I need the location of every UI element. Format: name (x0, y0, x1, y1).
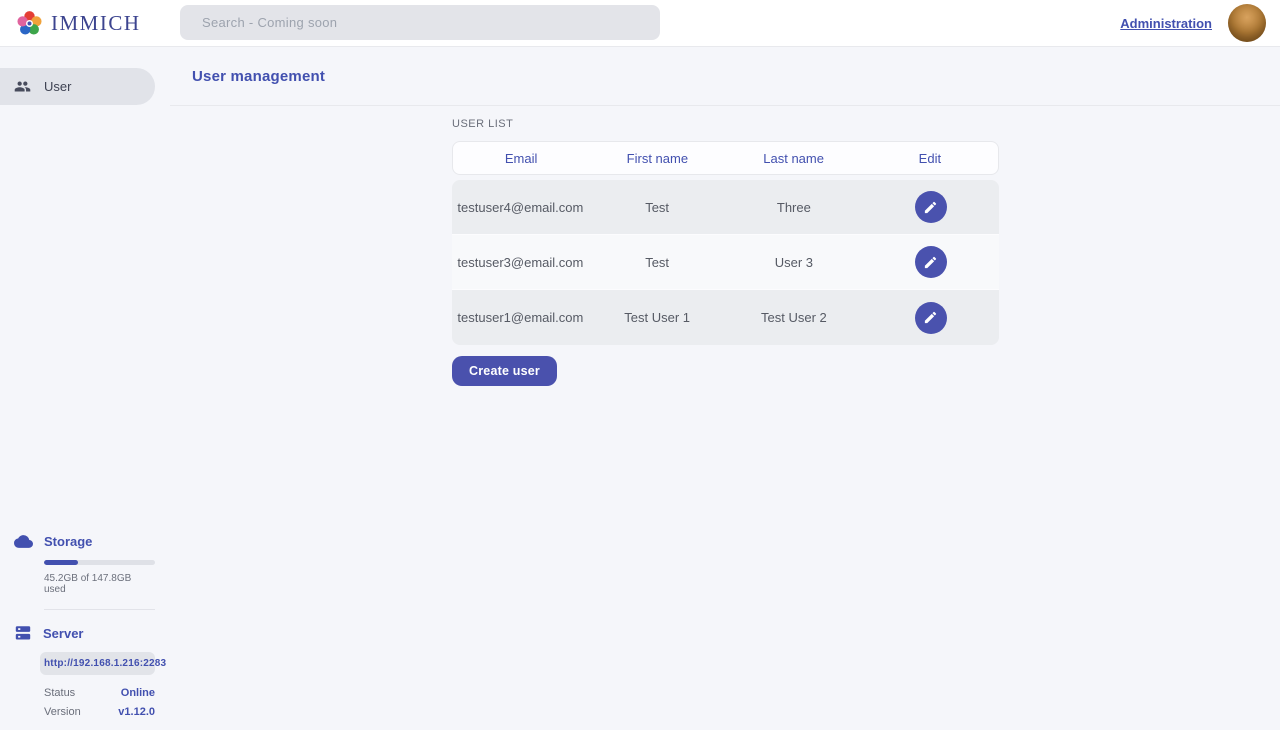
top-bar: IMMICH Administration (0, 0, 1280, 47)
user-email: testuser3@email.com (452, 255, 589, 270)
user-table: testuser4@email.com Test Three (452, 180, 999, 345)
immich-flower-icon (16, 10, 43, 37)
cloud-icon (14, 532, 33, 551)
app-logo[interactable]: IMMICH (0, 10, 141, 37)
server-version-row: Version v1.12.0 (44, 706, 155, 718)
user-first-name: Test (589, 200, 726, 215)
user-list-label: USER LIST (452, 118, 999, 130)
user-avatar[interactable] (1228, 4, 1266, 42)
user-last-name: Three (726, 200, 863, 215)
administration-link[interactable]: Administration (1120, 16, 1212, 31)
user-last-name: User 3 (726, 255, 863, 270)
server-url: http://192.168.1.216:2283 (40, 652, 155, 675)
storage-usage-text: 45.2GB of 147.8GB used (44, 573, 155, 595)
server-title: Server (43, 626, 83, 641)
users-icon (14, 78, 31, 95)
server-header: Server (14, 624, 155, 642)
page-title-bar: User management (170, 47, 1280, 106)
user-first-name: Test User 1 (589, 310, 726, 325)
storage-progress-bar (44, 560, 155, 565)
table-row: testuser3@email.com Test User 3 (452, 235, 999, 290)
server-icon (14, 624, 32, 642)
pencil-icon (923, 200, 938, 215)
sidebar-divider (44, 609, 155, 610)
search-input[interactable] (180, 5, 660, 40)
column-header-first-name: First name (589, 151, 725, 166)
column-header-email: Email (453, 151, 589, 166)
page-title: User management (192, 68, 325, 85)
table-row: testuser1@email.com Test User 1 Test Use… (452, 290, 999, 345)
user-email: testuser4@email.com (452, 200, 589, 215)
table-row: testuser4@email.com Test Three (452, 180, 999, 235)
app-name: IMMICH (51, 11, 141, 36)
pencil-icon (923, 310, 938, 325)
server-status-row: Status Online (44, 687, 155, 699)
sidebar-status-panel: Storage 45.2GB of 147.8GB used Server (0, 532, 170, 718)
table-header-row: Email First name Last name Edit (452, 141, 999, 175)
version-value: v1.12.0 (118, 706, 155, 718)
edit-user-button[interactable] (915, 246, 947, 278)
storage-title: Storage (44, 534, 92, 549)
status-label: Status (44, 687, 75, 699)
sidebar-item-user[interactable]: User (0, 68, 155, 105)
pencil-icon (923, 255, 938, 270)
edit-user-button[interactable] (915, 302, 947, 334)
user-email: testuser1@email.com (452, 310, 589, 325)
version-label: Version (44, 706, 81, 718)
edit-user-button[interactable] (915, 191, 947, 223)
sidebar-item-label: User (44, 79, 71, 94)
user-first-name: Test (589, 255, 726, 270)
status-value: Online (121, 687, 155, 699)
main-content: User management USER LIST Email First na… (170, 47, 1280, 730)
storage-header: Storage (14, 532, 155, 551)
column-header-last-name: Last name (726, 151, 862, 166)
column-header-edit: Edit (862, 151, 998, 166)
user-last-name: Test User 2 (726, 310, 863, 325)
sidebar: User Storage 45.2GB of 147.8GB used (0, 47, 170, 730)
storage-progress-fill (44, 560, 78, 565)
create-user-button[interactable]: Create user (452, 356, 557, 386)
